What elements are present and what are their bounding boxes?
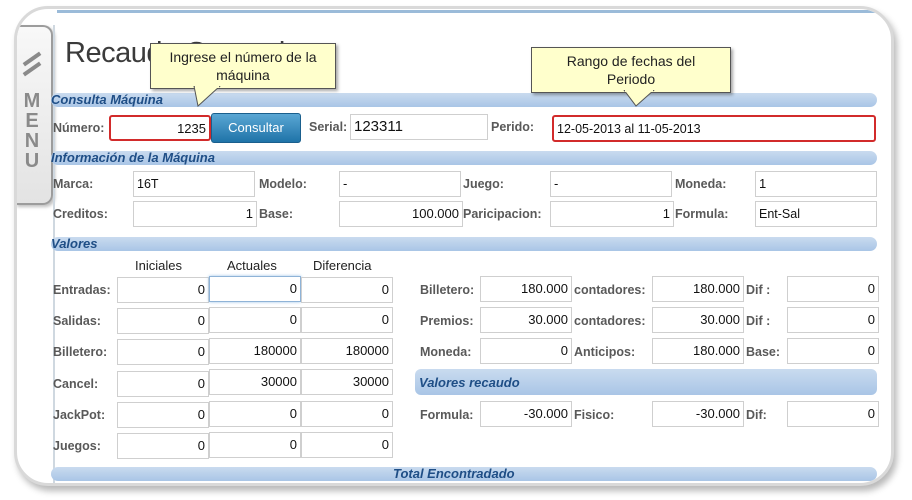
periodo-label: Perido:	[491, 120, 535, 134]
juego-label: Juego:	[463, 177, 504, 191]
juegos-iniciales-input[interactable]: 0	[117, 433, 209, 459]
modelo-input[interactable]: -	[339, 171, 461, 197]
col-iniciales-header: Iniciales	[135, 258, 182, 273]
contadores-input-2[interactable]: 30.000	[652, 307, 744, 333]
participacion-input[interactable]: 1	[550, 201, 674, 227]
creditos-input[interactable]: 1	[133, 201, 257, 227]
modelo-label: Modelo:	[259, 177, 307, 191]
jackpot-actuales-input[interactable]: 0	[209, 401, 301, 427]
dif-label-1: Dif :	[746, 283, 771, 297]
salidas-diferencia-input[interactable]: 0	[301, 307, 393, 333]
formula-label: Formula:	[675, 207, 729, 221]
right-moneda-input[interactable]: 0	[480, 338, 572, 364]
marca-input[interactable]: 16T	[133, 171, 255, 197]
top-accent-line	[57, 10, 887, 13]
numero-callout-pointer	[193, 86, 221, 107]
salidas-actuales-input[interactable]: 0	[209, 307, 301, 333]
dif-label-2: Dif :	[746, 314, 771, 328]
recaudo-formula-label: Formula:	[420, 408, 474, 422]
valores-section-bar	[51, 237, 877, 251]
right-base-label: Base:	[746, 345, 781, 359]
menu-letter-n: N	[24, 130, 40, 152]
cancel-diferencia-input[interactable]: 30000	[301, 369, 393, 395]
entradas-diferencia-input[interactable]: 0	[301, 277, 393, 303]
menu-letter-e: E	[25, 110, 39, 132]
creditos-label: Creditos:	[53, 207, 108, 221]
anticipos-input[interactable]: 180.000	[652, 338, 744, 364]
col-actuales-header: Actuales	[227, 258, 277, 273]
juegos-diferencia-input[interactable]: 0	[301, 432, 393, 458]
menu-letter-m: M	[23, 90, 41, 112]
valores-row-label-juegos: Juegos:	[53, 439, 101, 453]
periodo-input[interactable]: 12-05-2013 al 11-05-2013	[552, 115, 876, 142]
entradas-actuales-input[interactable]: 0	[209, 276, 301, 302]
contadores-label-1: contadores:	[574, 283, 646, 297]
base-input[interactable]: 100.000	[339, 201, 463, 227]
moneda-label: Moneda:	[675, 177, 727, 191]
juego-input[interactable]: -	[550, 171, 672, 197]
fechas-callout-line2: Periodo	[606, 71, 656, 87]
fechas-callout: Rango de fechas del Periodo	[531, 47, 731, 93]
participacion-label: Paricipacion:	[463, 207, 542, 221]
marca-label: Marca:	[53, 177, 94, 191]
moneda-input[interactable]: 1	[755, 171, 877, 197]
valores-row-label-entradas: Entradas:	[53, 283, 111, 297]
entradas-iniciales-input[interactable]: 0	[117, 277, 209, 303]
consultar-button[interactable]: Consultar	[211, 113, 301, 143]
right-moneda-label: Moneda:	[420, 345, 472, 359]
salidas-iniciales-input[interactable]: 0	[117, 308, 209, 334]
right-billetero-input[interactable]: 180.000	[480, 276, 572, 302]
contadores-input-1[interactable]: 180.000	[652, 276, 744, 302]
grip-icon	[22, 51, 42, 81]
fechas-callout-line1: Rango de fechas del	[566, 53, 696, 69]
juegos-actuales-input[interactable]: 0	[209, 432, 301, 458]
cancel-actuales-input[interactable]: 30000	[209, 369, 301, 395]
informacion-section-title: Información de la Máquina	[51, 150, 215, 165]
numero-input[interactable]: 1235	[109, 115, 211, 141]
main-content: Recaudo General Consulta Máquina Número:…	[47, 19, 891, 483]
dif-input-1[interactable]: 0	[787, 276, 879, 302]
serial-label: Serial:	[309, 120, 348, 134]
consulta-section-bar	[51, 93, 877, 107]
valores-row-label-salidas: Salidas:	[53, 314, 101, 328]
fisico-label: Fisico:	[574, 408, 615, 422]
numero-label: Número:	[53, 121, 105, 135]
billetero-actuales-input[interactable]: 180000	[209, 338, 301, 364]
valores-row-label-billetero: Billetero:	[53, 345, 108, 359]
base-label: Base:	[259, 207, 294, 221]
recaudo-dif-input[interactable]: 0	[787, 401, 879, 427]
formula-input[interactable]: Ent-Sal	[755, 201, 877, 227]
col-diferencia-header: Diferencia	[313, 258, 372, 273]
recaudo-formula-input[interactable]: -30.000	[480, 401, 572, 427]
total-section-title: Total Encontradado	[393, 466, 515, 481]
valores-section-title: Valores	[51, 236, 98, 251]
numero-callout-line2: máquina	[216, 67, 270, 83]
contadores-label-2: contadores:	[574, 314, 646, 328]
right-billetero-label: Billetero:	[420, 283, 475, 297]
valores-row-label-jackpot: JackPot:	[53, 408, 106, 422]
billetero-iniciales-input[interactable]: 0	[117, 339, 209, 365]
recaudo-section-title: Valores recaudo	[419, 375, 520, 390]
jackpot-diferencia-input[interactable]: 0	[301, 401, 393, 427]
cancel-iniciales-input[interactable]: 0	[117, 371, 209, 397]
premios-label: Premios:	[420, 314, 474, 328]
consulta-section-title: Consulta Máquina	[51, 92, 163, 107]
right-base-input[interactable]: 0	[787, 338, 879, 364]
window-frame: M E N U Recaudo General Consulta Máquina…	[14, 6, 894, 486]
jackpot-iniciales-input[interactable]: 0	[117, 402, 209, 428]
valores-row-label-cancel: Cancel:	[53, 377, 99, 391]
numero-callout: Ingrese el número de la máquina	[150, 43, 336, 89]
recaudo-dif-label: Dif:	[746, 408, 767, 422]
dif-input-2[interactable]: 0	[787, 307, 879, 333]
anticipos-label: Anticipos:	[574, 345, 636, 359]
fechas-callout-pointer	[623, 90, 655, 107]
numero-callout-line1: Ingrese el número de la	[169, 49, 317, 65]
premios-input[interactable]: 30.000	[480, 307, 572, 333]
menu-letter-u: U	[24, 150, 40, 172]
fisico-input[interactable]: -30.000	[652, 401, 744, 427]
billetero-diferencia-input[interactable]: 180000	[301, 338, 393, 364]
serial-input[interactable]: 123311	[350, 114, 488, 140]
